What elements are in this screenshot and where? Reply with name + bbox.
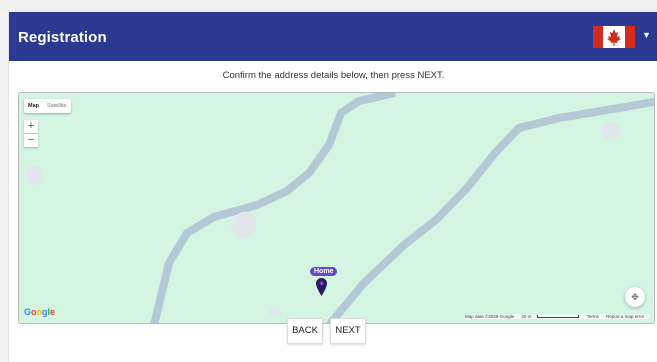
map-type-satellite-button[interactable]: Satellite bbox=[43, 99, 71, 113]
back-button[interactable]: BACK bbox=[287, 318, 323, 344]
google-logo: Google bbox=[24, 307, 56, 317]
report-map-error-link[interactable]: Report a map error bbox=[606, 314, 644, 319]
map-type-map-button[interactable]: Map bbox=[24, 99, 43, 113]
map-type-control: Map Satellite bbox=[24, 99, 71, 113]
caret-down-icon: ▼ bbox=[642, 30, 651, 40]
top-strip bbox=[0, 0, 657, 12]
language-selector[interactable]: ▼ bbox=[593, 26, 653, 50]
map-canvas[interactable] bbox=[19, 93, 654, 323]
terms-link[interactable]: Terms bbox=[587, 314, 599, 319]
registration-card: Registration ▼ Confirm the address detai… bbox=[8, 12, 657, 362]
map-data-text: Map data ©2026 Google bbox=[465, 314, 515, 319]
location-pin-icon[interactable] bbox=[316, 278, 327, 296]
canada-flag-icon bbox=[593, 26, 635, 48]
zoom-in-button[interactable]: + bbox=[24, 120, 38, 133]
instruction-text: Confirm the address details below, then … bbox=[222, 70, 445, 81]
next-button[interactable]: NEXT bbox=[330, 318, 366, 344]
recenter-icon[interactable]: ✥ bbox=[625, 287, 645, 307]
address-map[interactable]: Map Satellite + − Home ✥ Google Map data… bbox=[18, 92, 655, 324]
map-attribution: Map data ©2026 Google 20 m Terms Report … bbox=[465, 314, 651, 319]
marker-label: Home bbox=[310, 267, 338, 276]
page-title: Registration bbox=[18, 29, 107, 46]
scale-bar bbox=[537, 315, 580, 319]
app-header: Registration ▼ bbox=[9, 12, 657, 61]
scale-label[interactable]: 20 m bbox=[521, 314, 531, 319]
zoom-out-button[interactable]: − bbox=[24, 134, 38, 147]
